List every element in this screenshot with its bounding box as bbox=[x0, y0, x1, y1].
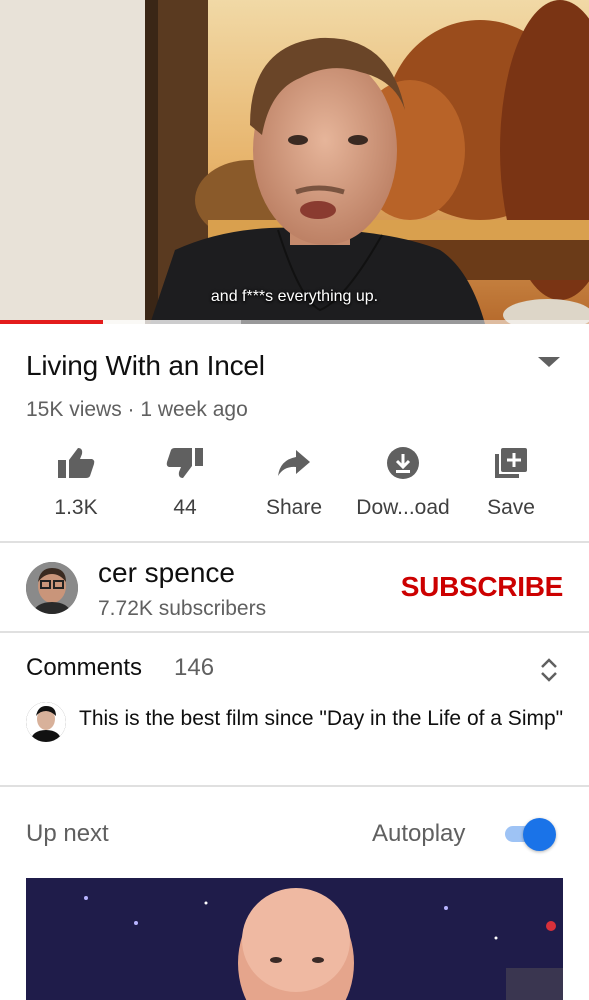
next-video-thumbnail[interactable] bbox=[26, 878, 563, 1000]
autoplay-label: Autoplay bbox=[372, 820, 466, 847]
commenter-avatar bbox=[26, 702, 66, 742]
download-icon bbox=[387, 447, 419, 479]
share-icon bbox=[278, 450, 310, 476]
divider bbox=[0, 631, 589, 633]
thumbs-down-icon bbox=[166, 448, 203, 478]
expand-description-icon[interactable] bbox=[538, 357, 560, 367]
autoplay-toggle[interactable] bbox=[505, 817, 557, 851]
progress-bar[interactable] bbox=[0, 320, 589, 324]
up-next-label: Up next bbox=[26, 820, 109, 847]
comments-title: Comments bbox=[26, 654, 143, 681]
divider bbox=[0, 541, 589, 543]
action-bar: 1.3K 44 Share Dow...oad Save bbox=[0, 440, 589, 530]
top-comment-text: This is the best film since "Day in the … bbox=[79, 707, 564, 730]
channel-name[interactable]: cer spence bbox=[98, 557, 235, 589]
video-caption: and f***s everything up. bbox=[210, 288, 379, 305]
dislike-button[interactable]: 44 bbox=[130, 440, 240, 528]
save-button[interactable]: Save bbox=[456, 440, 566, 528]
download-button[interactable]: Dow...oad bbox=[348, 440, 458, 528]
channel-avatar[interactable] bbox=[26, 562, 78, 614]
like-button[interactable]: 1.3K bbox=[21, 440, 131, 528]
video-frame bbox=[0, 0, 589, 324]
thumbs-up-icon bbox=[58, 448, 95, 478]
save-playlist-icon bbox=[495, 448, 527, 478]
comments-count: 146 bbox=[174, 654, 215, 681]
expand-collapse-icon[interactable] bbox=[538, 656, 560, 684]
subscribe-button[interactable]: SUBSCRIBE bbox=[401, 571, 564, 603]
video-meta: 15K views · 1 week ago bbox=[26, 398, 248, 421]
share-button[interactable]: Share bbox=[239, 440, 349, 528]
video-title: Living With an Incel bbox=[26, 350, 265, 381]
played-bar bbox=[0, 320, 104, 324]
divider bbox=[0, 785, 589, 787]
video-player[interactable]: and f***s everything up. bbox=[0, 0, 589, 324]
subscriber-count: 7.72K subscribers bbox=[98, 597, 267, 620]
toggle-knob bbox=[523, 818, 556, 851]
